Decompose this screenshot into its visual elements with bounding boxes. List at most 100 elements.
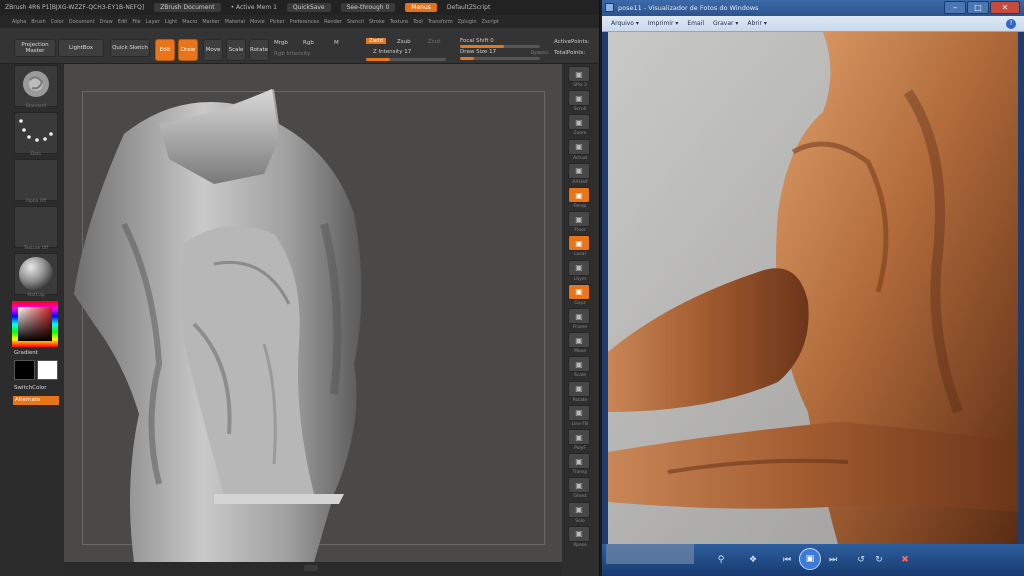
alternate-button[interactable]: Alternate [13,396,59,405]
menu-edit[interactable]: Edit [118,19,128,25]
draw-size-slider[interactable]: Draw Size 17 [460,49,496,55]
rotate-button[interactable]: ▣ [568,380,590,397]
menu-preferences[interactable]: Preferences [290,19,319,25]
zoom-button[interactable]: ⚲ [712,553,730,567]
menu-picker[interactable]: Picker [270,19,285,25]
menu-texture[interactable]: Texture [390,19,408,25]
dynamic-button[interactable]: Dynamic [531,50,549,55]
projection-master-button[interactable]: Projection Master [14,39,56,57]
menu-file[interactable]: File [132,19,140,25]
next-button[interactable]: ⏭ [824,553,842,567]
zoom-button[interactable]: ▣ [568,114,590,131]
menu-marker[interactable]: Marker [202,19,219,25]
menu-material[interactable]: Material [225,19,245,25]
rgb-intensity-slider[interactable]: Rgb Intensity [274,51,311,57]
delete-button[interactable]: ✖ [896,553,914,567]
actual-size-button[interactable]: ❖ [744,553,762,567]
local-button[interactable]: ▣ [568,235,590,252]
menu-movie[interactable]: Movie [250,19,265,25]
transp-button[interactable]: ▣ [568,453,590,470]
previous-button[interactable]: ⏮ [778,553,796,567]
torso-sculpt-model[interactable] [64,64,562,562]
maximize-button[interactable]: □ [967,1,989,14]
aahalf-button[interactable]: ▣ [568,162,590,179]
rotate-right-button[interactable]: ↻ [870,553,888,567]
menu-stencil[interactable]: Stencil [347,19,364,25]
viewer-menu-item[interactable]: Imprimir ▾ [648,20,678,27]
xpose-button[interactable]: ▣ [568,525,590,542]
actual-button[interactable]: ▣ [568,138,590,155]
focal-shift-track[interactable] [460,45,540,48]
edit-button[interactable]: Edit [155,39,175,61]
floor-button[interactable]: ▣ [568,211,590,228]
main-color-swatch[interactable] [14,360,35,380]
gxyz-button[interactable]: ▣ [568,283,590,300]
alpha-thumbnail[interactable] [14,159,58,201]
menu-macro[interactable]: Macro [182,19,197,25]
persp-button[interactable]: ▣ [568,187,590,203]
zcut-button[interactable]: Zcut [428,39,440,45]
focal-shift-slider[interactable]: Focal Shift 0 [460,38,494,44]
zsub-button[interactable]: Zsub [397,39,411,45]
scale-button[interactable]: ▣ [568,356,590,373]
ghost-button[interactable]: ▣ [568,477,590,494]
m-button[interactable]: M [334,40,339,46]
texture-thumbnail[interactable] [14,206,58,248]
menu-stroke[interactable]: Stroke [369,19,385,25]
z-intensity-slider[interactable]: Z Intensity 17 [373,49,411,55]
menu-zplugin[interactable]: Zplugin [458,19,477,25]
menu-document[interactable]: Document [69,19,95,25]
draw-size-track[interactable] [460,57,540,60]
document-canvas[interactable] [64,64,562,562]
switch-color-button[interactable]: SwitchColor [14,385,47,391]
lightbox-button[interactable]: LightBox [58,39,104,57]
menu-draw[interactable]: Draw [100,19,113,25]
move-button[interactable]: Move [203,39,223,61]
rotate-button[interactable]: Rotate [249,39,269,61]
lsym-button[interactable]: ▣ [568,259,590,276]
rgb-button[interactable]: Rgb [303,40,314,46]
minimize-button[interactable]: – [944,1,966,14]
scroll-button[interactable]: ▣ [568,90,590,107]
filmstrip-thumbnail[interactable] [606,544,694,564]
menu-transform[interactable]: Transform [428,19,453,25]
help-icon[interactable]: ? [1006,19,1016,29]
secondary-color-swatch[interactable] [37,360,58,380]
bottom-tray-handle[interactable] [304,565,318,571]
rotate-left-button[interactable]: ↺ [852,553,870,567]
menu-render[interactable]: Render [324,19,342,25]
material-thumbnail[interactable] [14,253,58,295]
draw-button[interactable]: Draw [178,39,198,61]
quicksave-button[interactable]: QuickSave [286,3,331,12]
menu-light[interactable]: Light [165,19,177,25]
viewer-menu-item[interactable]: Email [687,20,704,27]
scale-button[interactable]: Scale [226,39,246,61]
menu-color[interactable]: Color [51,19,64,25]
spix-button[interactable]: ▣ [568,66,590,82]
quick-sketch-button[interactable]: Quick Sketch [110,39,150,57]
menu-brush[interactable]: Brush [31,19,45,25]
mrgb-button[interactable]: Mrgb [274,40,288,46]
viewer-menu-item[interactable]: Gravar ▾ [713,20,738,27]
menu-zscript[interactable]: Zscript [482,19,499,25]
color-picker[interactable] [12,301,58,347]
menus-button[interactable]: Menus [405,3,437,12]
default-script-button[interactable]: DefaultZScript [447,4,490,11]
stroke-thumbnail[interactable] [14,112,58,154]
see-through-slider[interactable]: See-through 0 [340,3,396,12]
frame-button[interactable]: ▣ [568,308,590,324]
solo-button[interactable]: ▣ [568,501,590,518]
viewer-menu-item[interactable]: Arquivo ▾ [611,20,639,27]
viewer-menu-item[interactable]: Abrir ▾ [747,20,766,27]
z-intensity-track[interactable] [366,58,446,61]
polyf-button[interactable]: ▣ [568,429,590,445]
menu-alpha[interactable]: Alpha [12,19,26,25]
move-button[interactable]: ▣ [568,332,590,349]
menu-layer[interactable]: Layer [146,19,160,25]
zadd-button[interactable]: Zadd [366,38,387,44]
brush-thumbnail[interactable] [14,65,58,107]
close-button[interactable]: ✕ [990,1,1020,14]
menu-tool[interactable]: Tool [413,19,423,25]
gradient-label[interactable]: Gradient [14,350,38,356]
slideshow-button[interactable]: ▣ [799,548,821,570]
